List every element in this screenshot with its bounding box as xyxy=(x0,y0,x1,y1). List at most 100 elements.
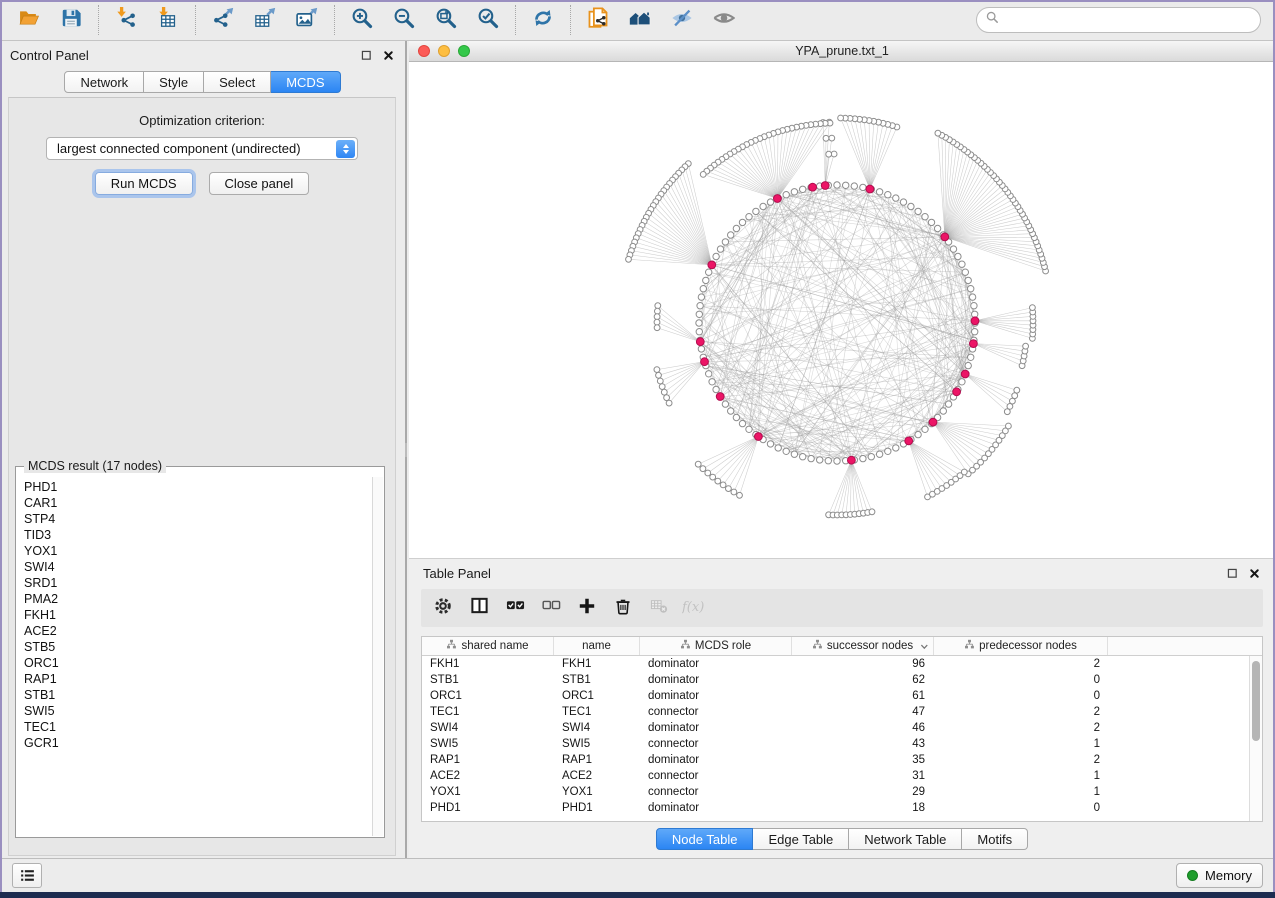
column-header-shared-name[interactable]: shared name xyxy=(422,637,554,655)
mcds-result-item[interactable]: STP4 xyxy=(24,511,371,527)
tab-edge-table[interactable]: Edge Table xyxy=(753,828,849,850)
mcds-result-item[interactable]: SWI5 xyxy=(24,703,371,719)
trash-button[interactable] xyxy=(607,593,639,623)
mcds-result-item[interactable]: PMA2 xyxy=(24,591,371,607)
mcds-result-item[interactable]: PHD1 xyxy=(24,479,371,495)
minimize-window-icon[interactable] xyxy=(438,45,450,57)
select-stepper-icon xyxy=(336,140,355,158)
table-row[interactable]: ACE2ACE2connector311 xyxy=(422,768,1249,784)
table-scrollbar[interactable] xyxy=(1249,656,1262,821)
sitemap-icon xyxy=(680,639,691,653)
add-row-icon xyxy=(578,597,596,620)
tab-select[interactable]: Select xyxy=(204,71,271,93)
table-cell: connector xyxy=(640,768,792,784)
table-row[interactable]: YOX1YOX1connector291 xyxy=(422,784,1249,800)
tab-node-table[interactable]: Node Table xyxy=(656,828,754,850)
table-row[interactable]: SWI5SWI5connector431 xyxy=(422,736,1249,752)
mcds-result-item[interactable]: SRD1 xyxy=(24,575,371,591)
table-scrollbar-thumb[interactable] xyxy=(1252,661,1260,741)
tab-network-table[interactable]: Network Table xyxy=(849,828,962,850)
export-table-button[interactable] xyxy=(244,3,286,37)
mcds-result-item[interactable]: ORC1 xyxy=(24,655,371,671)
search-input[interactable] xyxy=(1005,13,1260,27)
mcds-result-item[interactable]: CAR1 xyxy=(24,495,371,511)
zoom-fit-button[interactable] xyxy=(425,3,467,37)
select-all-button[interactable] xyxy=(499,593,531,623)
memory-button[interactable]: Memory xyxy=(1176,863,1263,888)
select-all-icon xyxy=(506,596,525,620)
mcds-result-item[interactable]: ACE2 xyxy=(24,623,371,639)
network-window-titlebar[interactable]: YPA_prune.txt_1 xyxy=(409,41,1275,62)
mcds-result-item[interactable]: STB1 xyxy=(24,687,371,703)
mcds-result-item[interactable]: RAP1 xyxy=(24,671,371,687)
columns-button[interactable] xyxy=(463,593,495,623)
search-icon xyxy=(985,10,1000,30)
tab-network[interactable]: Network xyxy=(64,71,144,93)
sort-chevron-down-icon[interactable] xyxy=(919,641,930,655)
node-table: shared namenameMCDS rolesuccessor nodesp… xyxy=(421,636,1263,822)
mcds-result-box: MCDS result (17 nodes) PHD1CAR1STP4TID3Y… xyxy=(15,466,385,838)
mcds-result-item[interactable]: FKH1 xyxy=(24,607,371,623)
tab-mcds[interactable]: MCDS xyxy=(271,71,340,93)
column-header-predecessor-nodes[interactable]: predecessor nodes xyxy=(934,637,1108,655)
mcds-result-item[interactable]: TEC1 xyxy=(24,719,371,735)
float-panel-icon[interactable] xyxy=(1225,566,1239,580)
duplicate-network-button[interactable] xyxy=(577,3,619,37)
network-graph[interactable] xyxy=(409,62,1275,558)
network-view-window: YPA_prune.txt_1 xyxy=(409,41,1275,558)
table-cell: 1 xyxy=(934,736,1108,752)
import-table-button[interactable] xyxy=(147,3,189,37)
gear-button[interactable] xyxy=(427,593,459,623)
homes-button[interactable] xyxy=(619,3,661,37)
hide-annotations-button[interactable] xyxy=(661,3,703,37)
control-panel: Control Panel NetworkStyleSelectMCDS Opt… xyxy=(0,41,407,858)
mcds-result-item[interactable]: STB5 xyxy=(24,639,371,655)
table-cell: 1 xyxy=(934,768,1108,784)
column-header-name[interactable]: name xyxy=(554,637,640,655)
table-row[interactable]: STB1STB1dominator620 xyxy=(422,672,1249,688)
refresh-button[interactable] xyxy=(522,3,564,37)
close-window-icon[interactable] xyxy=(418,45,430,57)
run-mcds-button[interactable]: Run MCDS xyxy=(95,172,193,195)
main-toolbar xyxy=(0,0,1275,41)
zoom-selected-button[interactable] xyxy=(467,3,509,37)
table-row[interactable]: RAP1RAP1dominator352 xyxy=(422,752,1249,768)
show-annotations-icon xyxy=(713,7,735,34)
table-cell: 1 xyxy=(934,784,1108,800)
table-row[interactable]: PHD1PHD1dominator180 xyxy=(422,800,1249,816)
deselect-all-button[interactable] xyxy=(535,593,567,623)
zoom-in-button[interactable] xyxy=(341,3,383,37)
table-row[interactable]: ORC1ORC1dominator610 xyxy=(422,688,1249,704)
export-image-button[interactable] xyxy=(286,3,328,37)
float-panel-icon[interactable] xyxy=(359,48,373,62)
mcds-result-item[interactable]: GCR1 xyxy=(24,735,371,751)
mcds-result-item[interactable]: SWI4 xyxy=(24,559,371,575)
table-row[interactable]: SWI4SWI4dominator462 xyxy=(422,720,1249,736)
import-network-button[interactable] xyxy=(105,3,147,37)
close-panel-icon[interactable] xyxy=(381,48,395,62)
tab-motifs[interactable]: Motifs xyxy=(962,828,1028,850)
function-builder-button: f(x) xyxy=(679,593,711,623)
close-panel-button[interactable]: Close panel xyxy=(209,172,310,195)
close-panel-icon[interactable] xyxy=(1247,566,1261,580)
show-annotations-button[interactable] xyxy=(703,3,745,37)
tab-style[interactable]: Style xyxy=(144,71,204,93)
save-session-button[interactable] xyxy=(50,3,92,37)
mcds-result-list[interactable]: PHD1CAR1STP4TID3YOX1SWI4SRD1PMA2FKH1ACE2… xyxy=(17,479,371,836)
mcds-result-item[interactable]: TID3 xyxy=(24,527,371,543)
maximize-window-icon[interactable] xyxy=(458,45,470,57)
optimization-criterion-select[interactable]: largest connected component (undirected) xyxy=(46,137,358,160)
search-box[interactable] xyxy=(976,7,1261,33)
table-row[interactable]: FKH1FKH1dominator962 xyxy=(422,656,1249,672)
open-session-button[interactable] xyxy=(8,3,50,37)
task-history-button[interactable] xyxy=(12,863,42,888)
splitter-handle[interactable] xyxy=(405,443,407,457)
table-row[interactable]: TEC1TEC1connector472 xyxy=(422,704,1249,720)
export-network-button[interactable] xyxy=(202,3,244,37)
column-header-successor-nodes[interactable]: successor nodes xyxy=(792,637,934,655)
column-header-MCDS-role[interactable]: MCDS role xyxy=(640,637,792,655)
mcds-list-scrollbar[interactable] xyxy=(372,477,383,836)
mcds-result-item[interactable]: YOX1 xyxy=(24,543,371,559)
zoom-out-button[interactable] xyxy=(383,3,425,37)
add-row-button[interactable] xyxy=(571,593,603,623)
